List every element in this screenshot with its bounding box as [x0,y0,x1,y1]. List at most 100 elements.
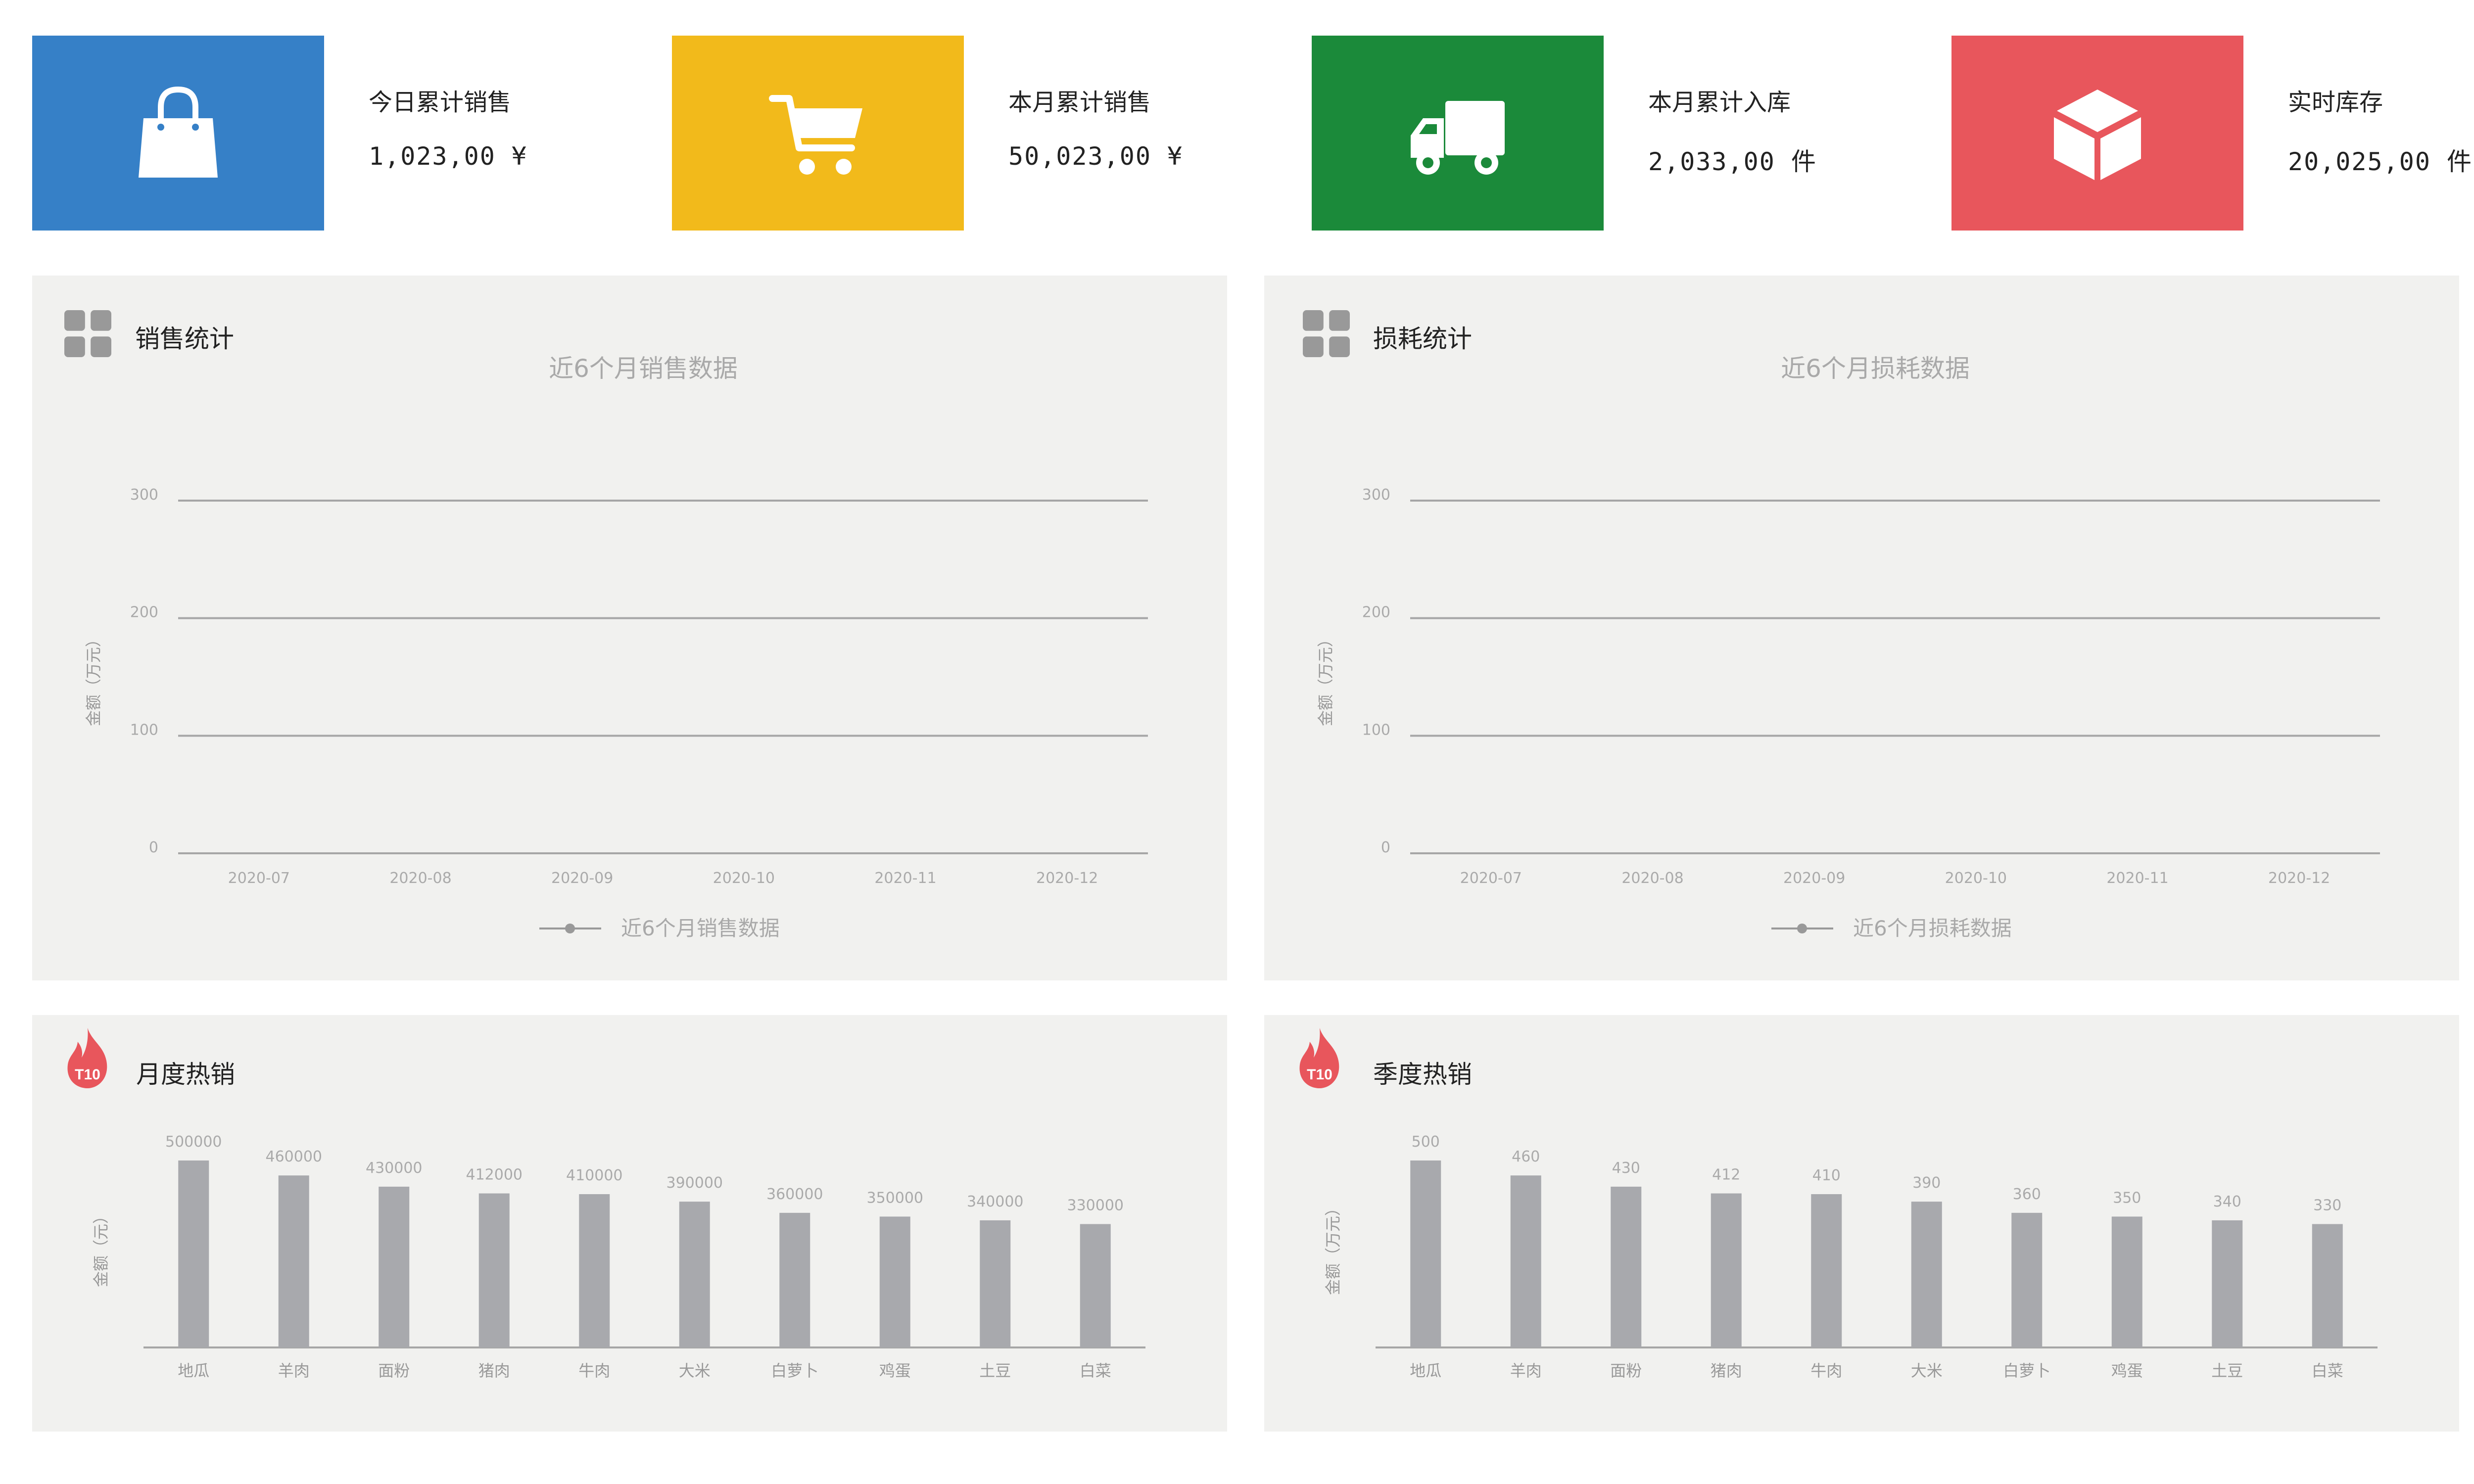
bar [1080,1224,1111,1347]
stat-label: 今日累计销售 [369,89,512,116]
stat-value: 2,033,00 件 [1648,147,1817,176]
x-tick-label: 大米 [1911,1361,1943,1380]
loss-line-chart: 近6个月损耗数据金额（万元）01002003002020-07 2020-08 20… [1316,354,2380,940]
legend-marker [1797,924,1807,933]
bar-value-label: 350000 [866,1189,923,1206]
bar-value-label: 460 [1512,1148,1540,1165]
sales-stats-panel: 销售统计 近6个月销售数据 金额（万元） 0 100 200 300 2020-07 2020… [32,276,1227,980]
shopping-cart-icon [769,95,862,175]
x-tick-label: 面粉 [1610,1361,1642,1380]
monthly-hot-bar-chart: 金额（元） 500000 地瓜 460000 羊肉 430000 面粉 412000 猪肉 410… [92,1133,1145,1380]
x-tick-label: 牛肉 [1810,1361,1842,1380]
chart-title: 近6个月损耗数据 [1781,354,1970,383]
bar [1611,1186,1642,1347]
y-axis-title: 金额（万元） [1324,1200,1342,1295]
x-tick-label: 2020-10 [713,870,775,887]
x-tick-label: 地瓜 [1410,1361,1441,1380]
x-tick-label: 羊肉 [278,1361,310,1380]
bar [1811,1194,1842,1347]
bar-value-label: 412 [1712,1166,1740,1184]
bar [1510,1175,1541,1347]
x-tick-label: 2020-08 [1621,870,1683,887]
bar [679,1202,710,1347]
x-tick-label: 土豆 [979,1361,1011,1380]
legend-label: 近6个月销售数据 [621,916,780,940]
stat-tile [1951,36,2243,231]
x-tick-label: 面粉 [378,1361,410,1380]
stat-label: 本月累计入库 [1648,89,1791,116]
bar [1911,1202,1942,1347]
x-tick-label: 2020-08 [389,870,451,887]
y-tick-label: 200 [130,604,158,621]
x-tick-label: 2020-07 [228,870,290,887]
stat-card-today-sales[interactable]: 今日累计销售 1,023,00 ¥ [32,36,673,231]
bar-value-label: 410 [1812,1167,1841,1184]
bar [1410,1160,1441,1347]
stat-card-month-sales[interactable]: 本月累计销售 50,023,00 ¥ [672,36,1313,231]
y-axis-title: 金额（万元） [84,631,103,726]
x-tick-label: 白菜 [1080,1361,1111,1380]
bar-value-label: 410000 [566,1167,623,1184]
y-tick-label: 0 [149,839,158,856]
stat-tile [32,36,324,231]
y-tick-label: 100 [1362,721,1390,739]
x-tick-label: 2020-09 [551,870,613,887]
x-tick-label: 白萝卜 [2003,1361,2050,1380]
stat-card-month-inbound[interactable]: 本月累计入库 2,033,00 件 [1312,36,1952,231]
quarterly-hot-bar-chart: 金额（万元） 500 地瓜 460 羊肉 430 面粉 412 猪肉 410 牛肉 390 大米 360 白… [1324,1133,2378,1380]
stat-value: 20,025,00 件 [2288,147,2473,176]
bar [478,1193,510,1347]
y-tick-label: 200 [1362,604,1390,621]
stat-card-realtime-stock[interactable]: 实时库存 20,025,00 件 [1951,36,2474,231]
bar-value-label: 460000 [265,1148,322,1165]
delivery-truck-icon [1411,101,1505,175]
shopping-bag-icon [139,86,218,178]
bar [2111,1216,2142,1347]
y-tick-label: 300 [130,486,158,504]
bar [1711,1193,1742,1347]
stat-label: 实时库存 [2288,89,2383,116]
bar [879,1216,910,1347]
stat-value: 50,023,00 ¥ [1008,142,1184,171]
x-tick-label: 白萝卜 [771,1361,818,1380]
chart-title: 近6个月销售数据 [549,354,738,383]
bar-value-label: 500 [1412,1133,1440,1151]
x-tick-label: 鸡蛋 [879,1361,911,1380]
box-cube-icon [2054,90,2141,180]
x-tick-label: 土豆 [2211,1361,2243,1380]
x-tick-label: 猪肉 [478,1361,510,1380]
bar [278,1175,309,1347]
bar [779,1212,810,1347]
sales-line-chart: 近6个月销售数据金额（万元）01002003002020-07 2020-08 20… [84,354,1148,940]
x-tick-label: 鸡蛋 [2111,1361,2143,1380]
bar [178,1160,209,1347]
y-tick-label: 300 [1362,486,1390,504]
x-tick-label: 2020-12 [2268,870,2330,887]
loss-stats-panel: 损耗统计 近6个月损耗数据 金额（万元） 0 100 200 300 2020-07 2020… [1264,276,2459,980]
bar [579,1194,610,1347]
bar [2011,1212,2043,1347]
x-tick-label: 地瓜 [178,1361,209,1380]
x-tick-label: 2020-11 [2106,870,2168,887]
y-axis-title: 金额（万元） [1316,631,1335,726]
bar-value-label: 430000 [366,1159,423,1177]
bar-value-label: 430 [1612,1159,1640,1177]
bar [2212,1220,2243,1347]
bar-value-label: 390000 [666,1174,723,1192]
stat-label: 本月累计销售 [1008,89,1151,116]
stat-tile [1312,36,1604,231]
bar-value-label: 330 [2313,1197,2341,1214]
bar-value-label: 412000 [466,1166,523,1184]
bar-value-label: 340000 [967,1193,1024,1210]
x-tick-label: 大米 [679,1361,711,1380]
bar-value-label: 500000 [165,1133,222,1151]
x-tick-label: 2020-12 [1036,870,1098,887]
legend-marker [565,924,575,933]
bar-value-label: 350 [2113,1189,2141,1206]
bar-value-label: 330000 [1067,1197,1124,1214]
legend-label: 近6个月损耗数据 [1853,916,2012,940]
bar [379,1186,410,1347]
x-tick-label: 猪肉 [1711,1361,1742,1380]
x-tick-label: 2020-09 [1783,870,1845,887]
x-tick-label: 羊肉 [1510,1361,1542,1380]
